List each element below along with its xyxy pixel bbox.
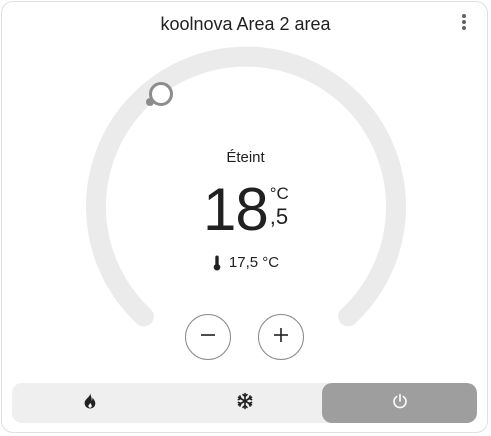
fire-icon (83, 393, 97, 414)
minus-icon (200, 327, 216, 348)
mode-off-button[interactable] (322, 383, 477, 423)
snowflake-icon (236, 392, 254, 415)
decrease-temperature-button[interactable] (185, 314, 231, 360)
current-temperature: 17,5 °C (0, 254, 491, 271)
hvac-mode-label: Éteint (226, 149, 265, 166)
thermometer-icon (212, 255, 222, 271)
current-temperature-value: 17,5 °C (228, 254, 280, 271)
dial-handle[interactable] (149, 82, 173, 106)
target-temperature-integer: 18 (203, 176, 269, 243)
target-temperature-unit: °C (269, 184, 289, 203)
power-icon (392, 393, 408, 414)
target-temperature-decimal: ,5 (269, 204, 289, 229)
target-temperature: 18 °C ,5 (203, 176, 289, 246)
mode-heat-button[interactable] (12, 383, 167, 423)
increase-temperature-button[interactable] (258, 314, 304, 360)
mode-cool-button[interactable] (167, 383, 322, 423)
hvac-mode-selector (12, 383, 477, 423)
plus-icon (273, 327, 289, 348)
